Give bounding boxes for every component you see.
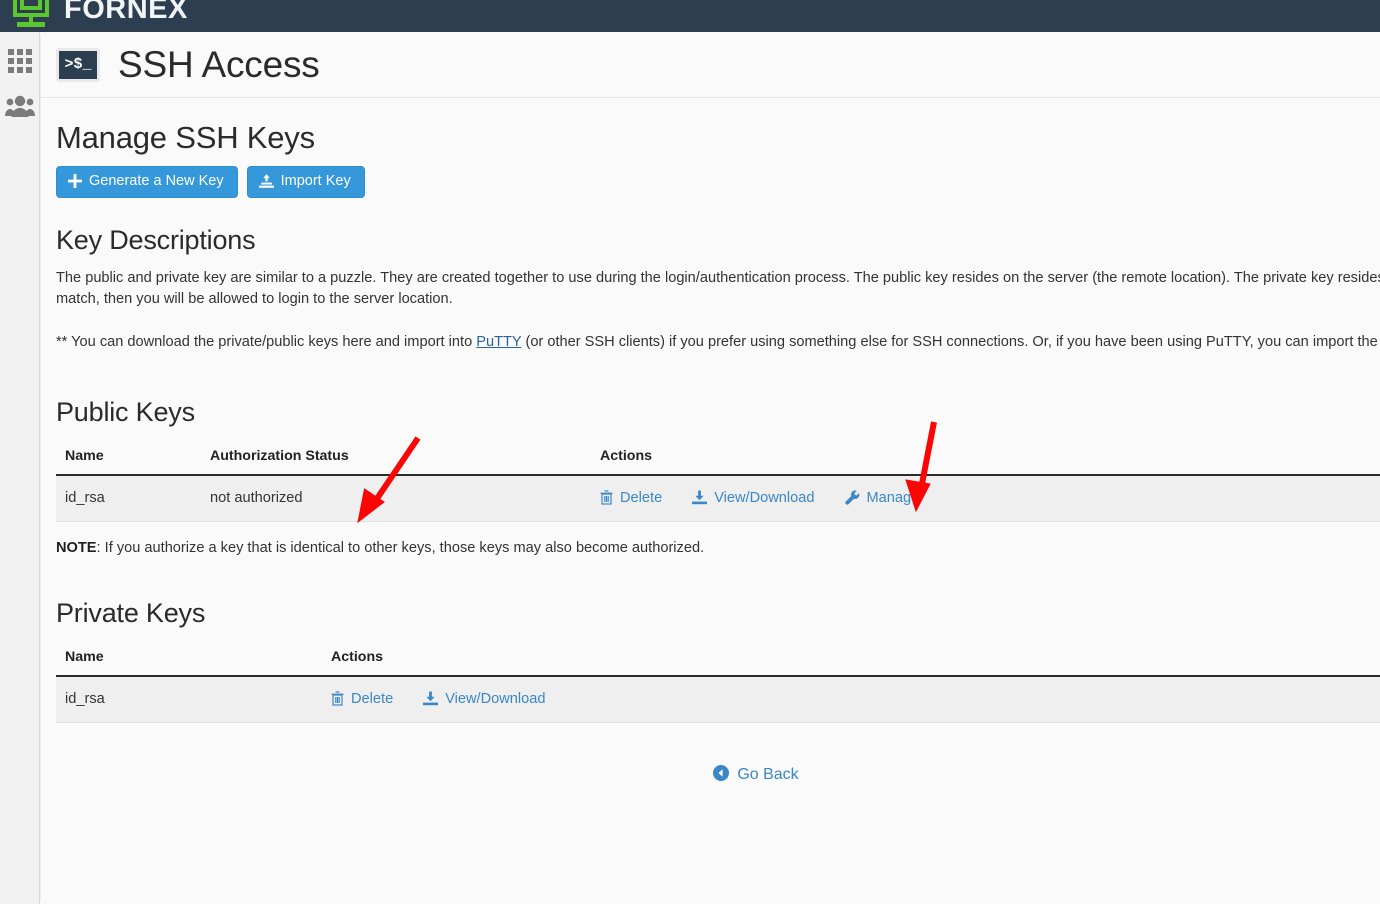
manage-ssh-keys-heading: Manage SSH Keys (56, 120, 315, 155)
column-header-name: Name (56, 439, 201, 476)
go-back-link[interactable]: Go Back (713, 764, 799, 786)
wrench-icon (844, 490, 860, 505)
page-surface: >$_ SSH Access Manage SSH Keys Generate … (41, 32, 1380, 904)
sidebar-item-users[interactable] (0, 84, 40, 130)
download-icon (692, 490, 708, 505)
plus-icon (68, 174, 82, 189)
putty-link[interactable]: PuTTY (476, 334, 521, 350)
private-keys-heading: Private Keys (56, 597, 206, 628)
manage-label: Manage (866, 489, 920, 506)
column-header-actions: Actions (591, 439, 1380, 476)
note-text: : If you authorize a key that is identic… (96, 539, 705, 556)
brand-name: FORNEX (64, 0, 188, 25)
left-icon-rail (0, 32, 40, 904)
view-download-link[interactable]: View/Download (423, 690, 546, 707)
table-row: id_rsa not authorized Delete View/Downlo… (56, 474, 1380, 522)
note-bold-label: NOTE (56, 539, 97, 556)
column-header-actions: Actions (322, 640, 1380, 677)
delete-link[interactable]: Delete (331, 691, 393, 707)
fornex-logo-icon (8, 0, 54, 32)
public-keys-note: NOTE: If you authorize a key that is ide… (56, 540, 1380, 556)
key-action-buttons: Generate a New Key Import Key (56, 166, 1380, 198)
sidebar-item-apps[interactable] (0, 38, 40, 84)
users-group-icon (5, 95, 35, 119)
column-header-authorization-status: Authorization Status (201, 439, 591, 476)
table-row: id_rsa Delete View/Download (56, 675, 1380, 723)
table-header-row: Name Authorization Status Actions (56, 439, 1380, 476)
top-bar: FORNEX (0, 0, 1380, 32)
generate-new-key-label: Generate a New Key (89, 173, 224, 189)
public-key-actions-cell: Delete View/Download Manage (591, 474, 1380, 522)
private-key-actions-cell: Delete View/Download (322, 675, 1380, 723)
paragraph2-pre: ** You can download the private/public k… (56, 333, 477, 350)
private-keys-table: Name Actions id_rsa Delete View/Download (56, 640, 1380, 723)
private-key-name-cell: id_rsa (56, 675, 322, 723)
import-key-label: Import Key (280, 173, 351, 189)
download-icon (423, 691, 439, 706)
column-header-name: Name (56, 640, 322, 677)
trash-icon (600, 490, 613, 505)
key-descriptions-heading: Key Descriptions (56, 224, 256, 255)
public-keys-heading: Public Keys (56, 396, 195, 427)
authorization-status-cell: not authorized (201, 474, 591, 522)
arrow-circle-left-icon (713, 764, 730, 786)
brand[interactable]: FORNEX (8, 0, 188, 32)
page-title: SSH Access (118, 43, 320, 85)
delete-label: Delete (351, 690, 394, 707)
terminal-icon: >$_ (56, 47, 100, 82)
generate-new-key-button[interactable]: Generate a New Key (56, 166, 238, 198)
public-key-name-cell: id_rsa (56, 474, 201, 522)
key-descriptions-paragraph-2: ** You can download the private/public k… (56, 332, 1380, 353)
view-download-label: View/Download (445, 690, 546, 707)
import-key-button[interactable]: Import Key (246, 166, 365, 198)
manage-link[interactable]: Manage (844, 489, 920, 506)
page-header: >$_ SSH Access (41, 32, 1380, 98)
trash-icon (331, 691, 344, 706)
go-back-label: Go Back (737, 766, 799, 783)
grid-apps-icon (7, 48, 33, 74)
view-download-label: View/Download (714, 489, 815, 506)
page-content: Manage SSH Keys Generate a New Key Impor… (41, 120, 1380, 786)
delete-label: Delete (620, 489, 663, 506)
delete-link[interactable]: Delete (600, 490, 662, 506)
view-download-link[interactable]: View/Download (692, 489, 815, 506)
paragraph2-post: (or other SSH clients) if you prefer usi… (525, 333, 1380, 350)
upload-icon (258, 174, 274, 189)
table-header-row: Name Actions (56, 640, 1380, 677)
key-descriptions-paragraph-1: The public and private key are similar t… (56, 269, 1380, 307)
public-keys-table: Name Authorization Status Actions id_rsa… (56, 439, 1380, 522)
footer: Go Back (56, 764, 1380, 786)
